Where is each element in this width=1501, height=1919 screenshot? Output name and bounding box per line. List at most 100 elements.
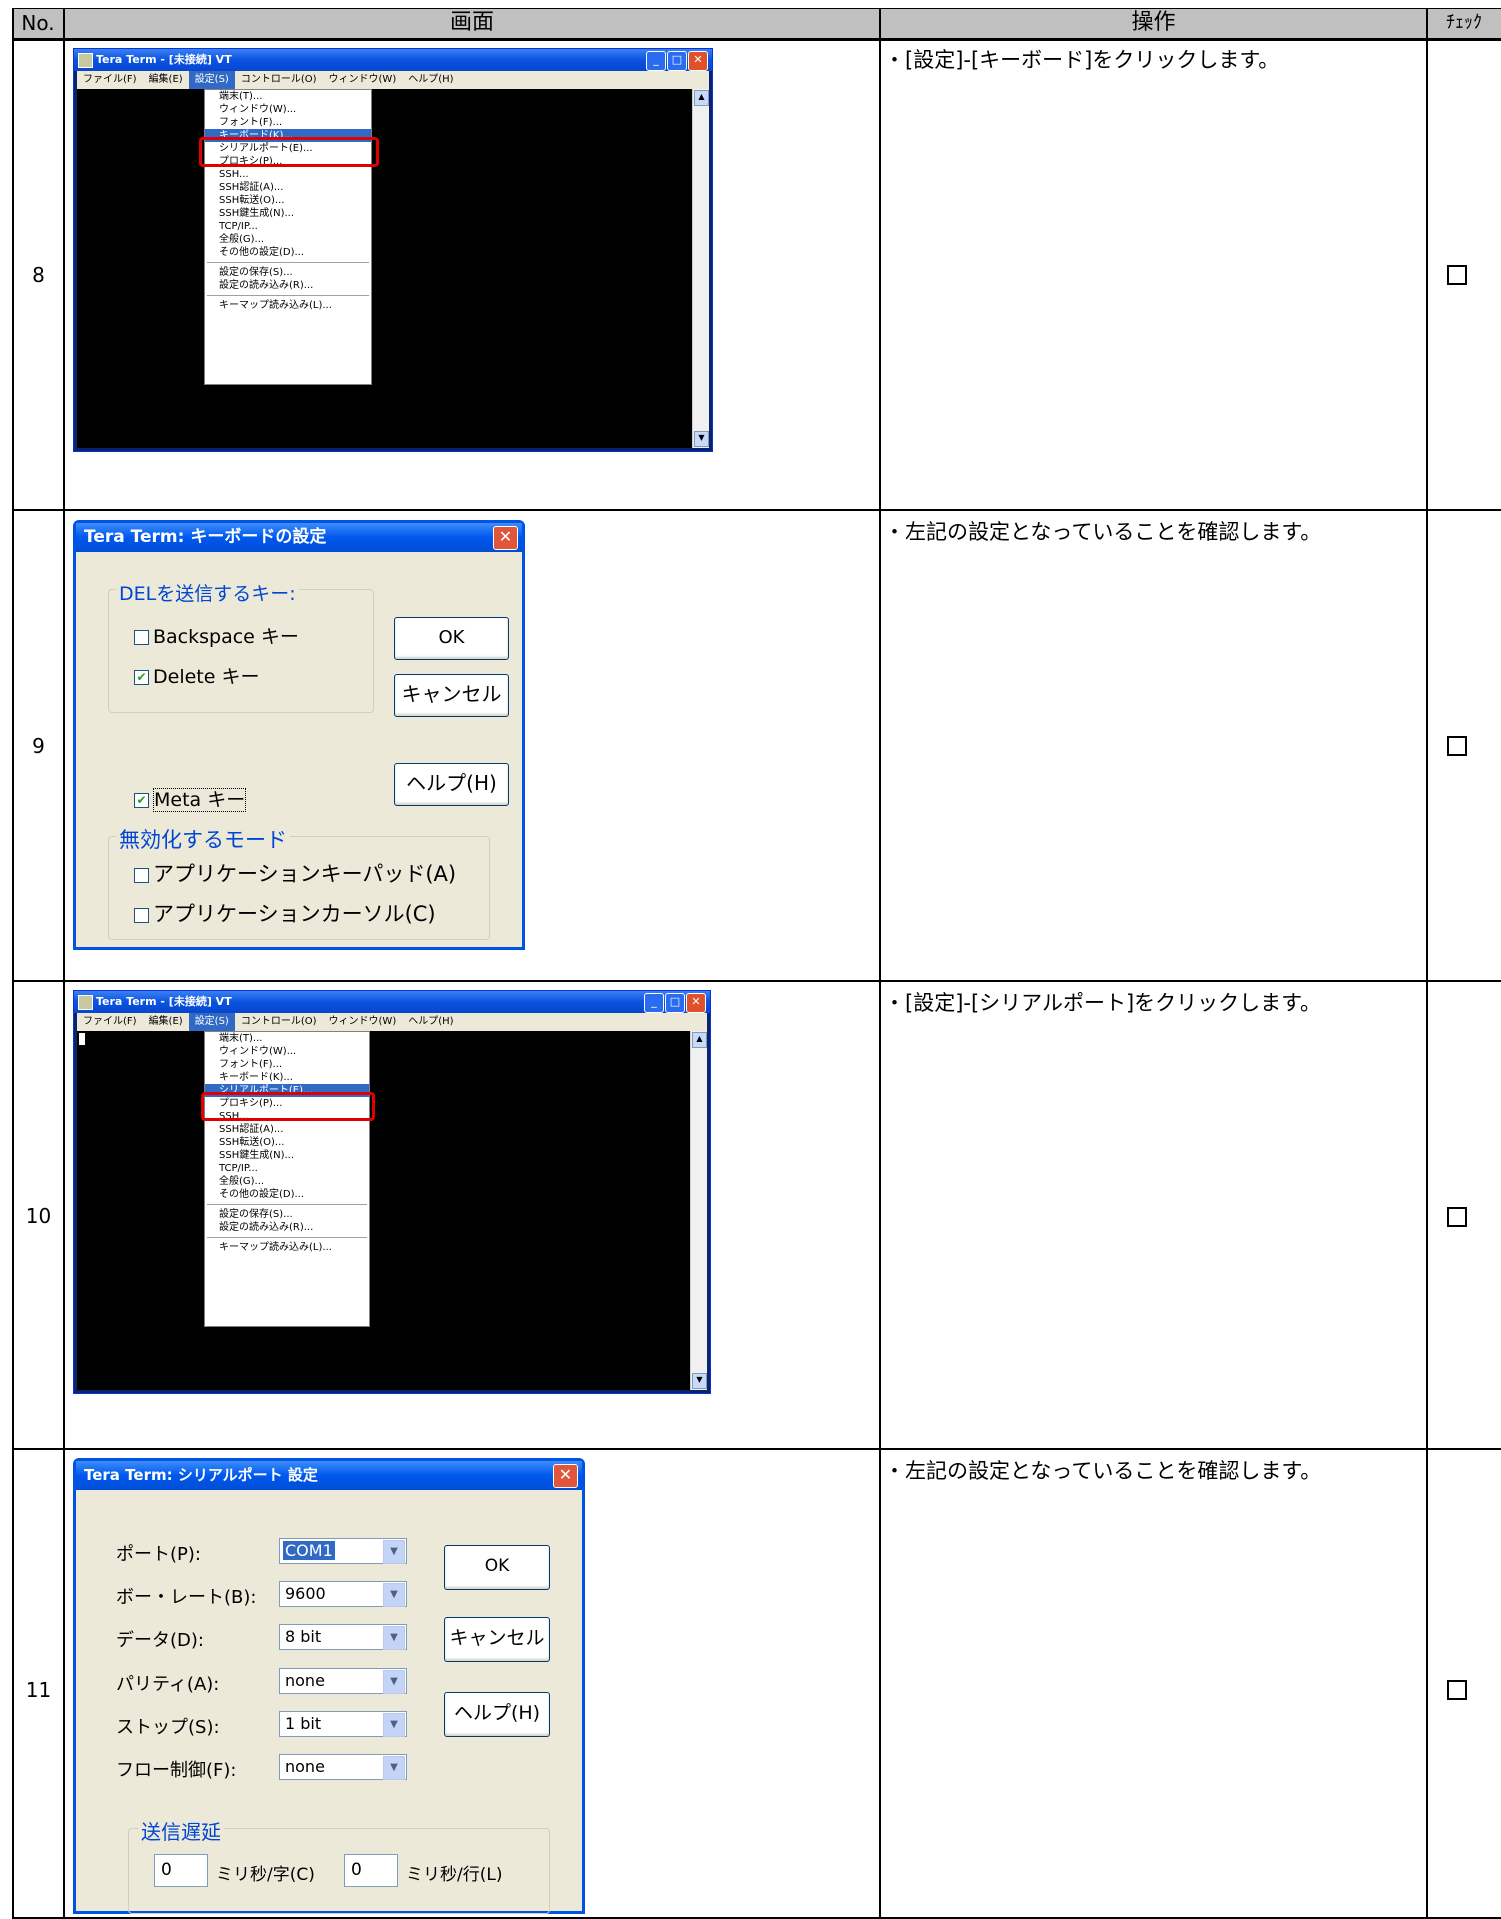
menu-item[interactable]: 端末(T)... — [205, 1032, 369, 1045]
menu-item[interactable]: その他の設定(D)... — [205, 246, 371, 259]
menu-item[interactable]: SSH... — [205, 168, 371, 181]
menu-item[interactable]: 端末(T)... — [205, 90, 371, 103]
menu-item[interactable]: SSH転送(O)... — [205, 194, 371, 207]
chevron-down-icon[interactable]: ▼ — [383, 1670, 405, 1694]
window-title: Tera Term - [未接続] VT — [74, 991, 710, 1013]
menu-help[interactable]: ヘルプ(H) — [402, 71, 459, 89]
backspace-checkbox[interactable]: Backspace キー — [134, 622, 299, 649]
chevron-down-icon[interactable]: ▼ — [383, 1756, 405, 1780]
menu-item[interactable]: SSH鍵生成(N)... — [205, 207, 371, 220]
menu-item[interactable]: TCP/IP... — [205, 1162, 369, 1175]
serial-port-dialog: Tera Term: シリアルポート 設定 ✕ ポート(P): COM1 ▼ ボ… — [73, 1458, 585, 1914]
line-delay-unit: ミリ秒/行(L) — [406, 1865, 503, 1885]
chevron-down-icon[interactable]: ▼ — [383, 1626, 405, 1650]
menu-item[interactable]: キーボード(K)... — [205, 1071, 369, 1084]
menu-file[interactable]: ファイル(F) — [77, 1013, 143, 1031]
menu-file[interactable]: ファイル(F) — [77, 71, 143, 89]
menu-item[interactable]: 設定の保存(S)... — [205, 1208, 369, 1221]
close-button[interactable]: ✕ — [688, 51, 708, 71]
menu-item[interactable]: 全般(G)... — [205, 1175, 369, 1188]
chevron-down-icon[interactable]: ▼ — [383, 1583, 405, 1607]
row-checkbox[interactable] — [1447, 736, 1467, 756]
menu-item[interactable]: 全般(G)... — [205, 233, 371, 246]
menu-item[interactable]: ウィンドウ(W)... — [205, 103, 371, 116]
row-checkbox[interactable] — [1447, 1680, 1467, 1700]
field-label: ボー・レート(B): — [116, 1587, 257, 1608]
menu-control[interactable]: コントロール(O) — [235, 71, 323, 89]
ok-button[interactable]: OK — [444, 1545, 550, 1590]
row-number: 8 — [32, 263, 45, 287]
stop-bits-select[interactable]: 1 bit ▼ — [279, 1711, 407, 1737]
menu-item[interactable]: その他の設定(D)... — [205, 1188, 369, 1201]
vertical-scrollbar[interactable]: ▲ ▼ — [690, 1031, 707, 1390]
menu-item[interactable]: ウィンドウ(W)... — [205, 1045, 369, 1058]
help-button[interactable]: ヘルプ(H) — [394, 763, 509, 806]
cancel-button[interactable]: キャンセル — [444, 1617, 550, 1662]
menu-setup[interactable]: 設定(S) — [188, 71, 235, 89]
menu-item[interactable]: キーマップ読み込み(L)... — [205, 1241, 369, 1254]
row-checkbox[interactable] — [1447, 265, 1467, 285]
app-cursor-checkbox[interactable]: アプリケーションカーソル(C) — [134, 898, 436, 928]
row-checkbox[interactable] — [1447, 1207, 1467, 1227]
menu-item[interactable]: フォント(F)... — [205, 116, 371, 129]
field-label: フロー制御(F): — [116, 1760, 237, 1781]
parity-select[interactable]: none ▼ — [279, 1668, 407, 1694]
port-select[interactable]: COM1 ▼ — [279, 1538, 407, 1564]
instruction-text: ・[設定]-[シリアルポート]をクリックします。 — [884, 991, 1322, 1015]
menu-item[interactable]: 設定の読み込み(R)... — [205, 1221, 369, 1234]
flow-control-select[interactable]: none ▼ — [279, 1754, 407, 1780]
scroll-down-icon[interactable]: ▼ — [694, 431, 709, 447]
menu-window[interactable]: ウィンドウ(W) — [323, 71, 403, 89]
meta-checkbox[interactable]: ✔ Meta キー — [134, 785, 247, 812]
app-icon — [78, 995, 93, 1010]
dialog-title: Tera Term: キーボードの設定 — [76, 523, 522, 552]
chevron-down-icon[interactable]: ▼ — [383, 1540, 405, 1564]
scroll-up-icon[interactable]: ▲ — [694, 90, 709, 106]
row-number: 9 — [32, 734, 45, 758]
close-icon[interactable]: ✕ — [553, 1464, 578, 1488]
menu-item[interactable]: 設定の読み込み(R)... — [205, 279, 371, 292]
row-number: 11 — [25, 1678, 52, 1702]
checkbox-icon — [134, 907, 149, 923]
menu-setup[interactable]: 設定(S) — [188, 1013, 235, 1031]
minimize-button[interactable]: _ — [646, 51, 666, 71]
scroll-down-icon[interactable]: ▼ — [692, 1373, 707, 1389]
menu-control[interactable]: コントロール(O) — [235, 1013, 323, 1031]
close-button[interactable]: ✕ — [686, 993, 706, 1013]
char-delay-input[interactable]: 0 — [154, 1854, 208, 1887]
menu-help[interactable]: ヘルプ(H) — [402, 1013, 459, 1031]
window-title: Tera Term - [未接続] VT — [74, 49, 712, 71]
menu-window[interactable]: ウィンドウ(W) — [323, 1013, 403, 1031]
header-no: No. — [21, 11, 55, 35]
baud-rate-select[interactable]: 9600 ▼ — [279, 1581, 407, 1607]
dialog-body: DELを送信するキー: Backspace キー ✔ Delete キー OK キ… — [76, 552, 522, 947]
menu-edit[interactable]: 編集(E) — [143, 71, 189, 89]
line-delay-input[interactable]: 0 — [344, 1854, 398, 1887]
menu-item[interactable]: TCP/IP... — [205, 220, 371, 233]
menu-item[interactable]: フォント(F)... — [205, 1058, 369, 1071]
terminal-area[interactable]: ▲ ▼ — [77, 89, 709, 448]
menu-item[interactable]: SSH認証(A)... — [205, 181, 371, 194]
maximize-button[interactable]: □ — [665, 993, 685, 1013]
cancel-button[interactable]: キャンセル — [394, 674, 509, 717]
ok-button[interactable]: OK — [394, 617, 509, 660]
minimize-button[interactable]: _ — [644, 993, 664, 1013]
chevron-down-icon[interactable]: ▼ — [383, 1713, 405, 1737]
menu-item[interactable]: キーマップ読み込み(L)... — [205, 299, 371, 312]
menu-edit[interactable]: 編集(E) — [143, 1013, 189, 1031]
help-button[interactable]: ヘルプ(H) — [444, 1692, 550, 1737]
app-keypad-checkbox[interactable]: アプリケーションキーパッド(A) — [134, 858, 456, 888]
group-label: 送信遅延 — [138, 1816, 224, 1845]
menu-item[interactable]: SSH転送(O)... — [205, 1136, 369, 1149]
vertical-scrollbar[interactable]: ▲ ▼ — [692, 89, 709, 448]
close-icon[interactable]: ✕ — [493, 526, 518, 550]
field-label: パリティ(A): — [116, 1674, 220, 1695]
scroll-up-icon[interactable]: ▲ — [692, 1032, 707, 1048]
terminal-area[interactable]: ▲ ▼ — [77, 1031, 707, 1390]
data-bits-select[interactable]: 8 bit ▼ — [279, 1624, 407, 1650]
menu-item[interactable]: SSH認証(A)... — [205, 1123, 369, 1136]
delete-checkbox[interactable]: ✔ Delete キー — [134, 662, 259, 689]
menu-item[interactable]: SSH鍵生成(N)... — [205, 1149, 369, 1162]
menu-item[interactable]: 設定の保存(S)... — [205, 266, 371, 279]
maximize-button[interactable]: □ — [667, 51, 687, 71]
